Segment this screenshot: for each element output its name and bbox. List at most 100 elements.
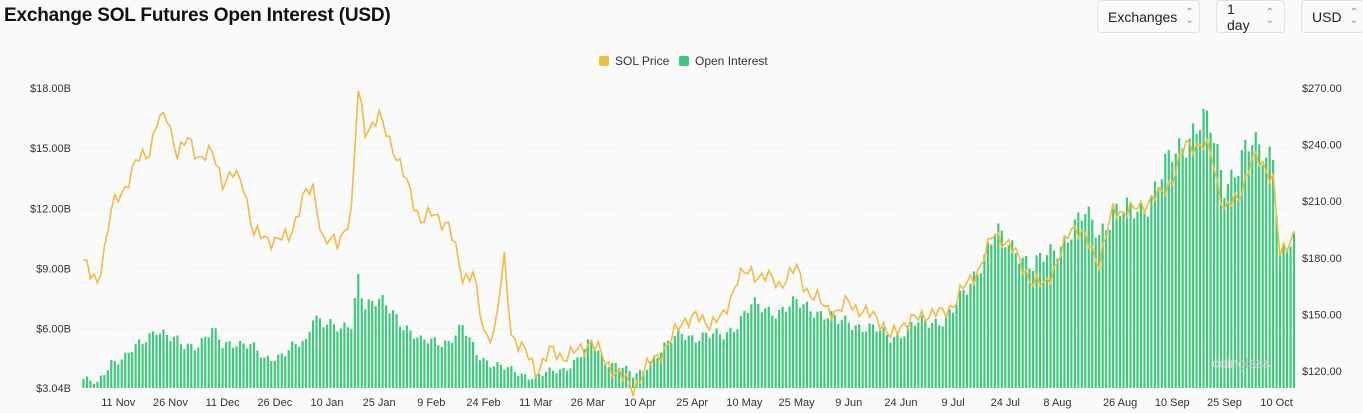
oi-bar [117, 364, 120, 388]
oi-bar [172, 336, 175, 388]
oi-bar [962, 289, 965, 388]
oi-bar [1080, 220, 1083, 388]
oi-bar [1056, 258, 1059, 388]
oi-bar [228, 341, 231, 388]
x-tick-label: 9 Jun [835, 397, 862, 409]
oi-bar [687, 335, 690, 388]
oi-bar [200, 337, 203, 388]
legend-label-open-interest: Open Interest [695, 54, 768, 68]
oi-bar [1073, 219, 1076, 388]
oi-bar [471, 341, 475, 388]
oi-bar [416, 337, 419, 388]
chart-area: $3.04B$6.00B$9.00B$12.00B$15.00B$18.00B … [30, 54, 1342, 409]
oi-bar [169, 340, 172, 388]
oi-bar [478, 360, 482, 388]
y-right-tick-label: $210.00 [1302, 196, 1342, 208]
oi-bar [753, 297, 756, 388]
oi-bar [945, 314, 948, 388]
oi-bar [1000, 230, 1003, 388]
oi-bar [725, 332, 729, 388]
oi-bar [805, 301, 809, 388]
oi-bar [298, 346, 301, 388]
oi-bar [1132, 218, 1136, 388]
oi-bar [590, 339, 593, 388]
oi-bar [1108, 229, 1111, 388]
oi-bar [339, 328, 342, 388]
oi-bar [1115, 203, 1118, 388]
y-axis-right: $120.00 $150.00 $180.00 $210.00 $240.00 $270.… [1302, 83, 1342, 378]
oi-bar [1205, 110, 1209, 389]
oi-bar [645, 369, 649, 388]
oi-bar [792, 296, 795, 388]
oi-bar [1119, 215, 1122, 388]
oi-bar [451, 342, 454, 388]
oi-bar [214, 328, 217, 388]
oi-bar [190, 344, 193, 388]
oi-bar [1240, 149, 1243, 388]
oi-bar [207, 337, 210, 388]
y-left-tick-label: $6.00B [36, 324, 71, 336]
oi-bar [350, 328, 353, 388]
oi-bar [798, 307, 802, 388]
oi-bar [948, 309, 951, 388]
x-tick-label: 10 Apr [624, 397, 656, 409]
oi-bar [395, 313, 398, 388]
oi-bar [819, 311, 822, 388]
oi-bar [103, 374, 106, 388]
oi-bar [499, 364, 502, 388]
oi-bar [1139, 201, 1143, 388]
oi-bar [225, 342, 228, 388]
oi-bar [336, 331, 339, 388]
oi-bar [979, 273, 983, 388]
oi-bar [378, 298, 381, 388]
oi-bar [545, 371, 548, 388]
oi-bar [134, 343, 137, 388]
oi-bar [346, 327, 349, 388]
oi-bar [837, 323, 840, 388]
oi-bar [158, 333, 162, 388]
oi-bar [969, 283, 972, 388]
oi-bar [1007, 245, 1010, 388]
x-tick-label: 26 Aug [1103, 397, 1137, 409]
oi-bar [197, 347, 200, 388]
oi-bar [85, 376, 89, 388]
oi-bar [388, 313, 391, 388]
y-left-tick-label: $9.00B [36, 263, 71, 275]
oi-bar [906, 325, 909, 388]
oi-bar [513, 372, 516, 388]
y-left-tick-label: $12.00B [30, 203, 71, 215]
oi-bar [955, 304, 958, 388]
oi-bar [273, 360, 276, 388]
oi-bar [1181, 148, 1184, 388]
oi-bar [426, 343, 429, 388]
oi-bar [538, 374, 541, 388]
oi-bar [865, 331, 868, 388]
oi-bar [1032, 271, 1035, 388]
oi-bar [1212, 142, 1216, 388]
oi-bar [920, 315, 923, 388]
oi-bar [458, 324, 461, 388]
oi-bar [482, 357, 485, 388]
oi-bar [746, 312, 749, 388]
oi-bar [917, 322, 920, 388]
oi-bar [885, 334, 889, 388]
oi-bar [823, 319, 826, 388]
oi-bar [903, 336, 906, 388]
open-interest-bars [82, 108, 1296, 389]
oi-bar [96, 381, 99, 388]
oi-bar [569, 368, 572, 388]
oi-bar [259, 357, 262, 388]
oi-bar [781, 306, 784, 388]
oi-bar [92, 383, 95, 388]
oi-bar [847, 322, 850, 388]
oi-bar [614, 363, 617, 388]
oi-bar [729, 327, 732, 388]
oi-bar [1251, 145, 1254, 388]
oi-bar [465, 335, 468, 388]
y-left-tick-label: $18.00B [30, 83, 71, 95]
oi-bar [1178, 138, 1181, 388]
oi-bar [1063, 236, 1066, 388]
oi-bar [1045, 255, 1049, 388]
y-right-tick-label: $150.00 [1302, 309, 1342, 321]
oi-bar [1258, 144, 1261, 388]
